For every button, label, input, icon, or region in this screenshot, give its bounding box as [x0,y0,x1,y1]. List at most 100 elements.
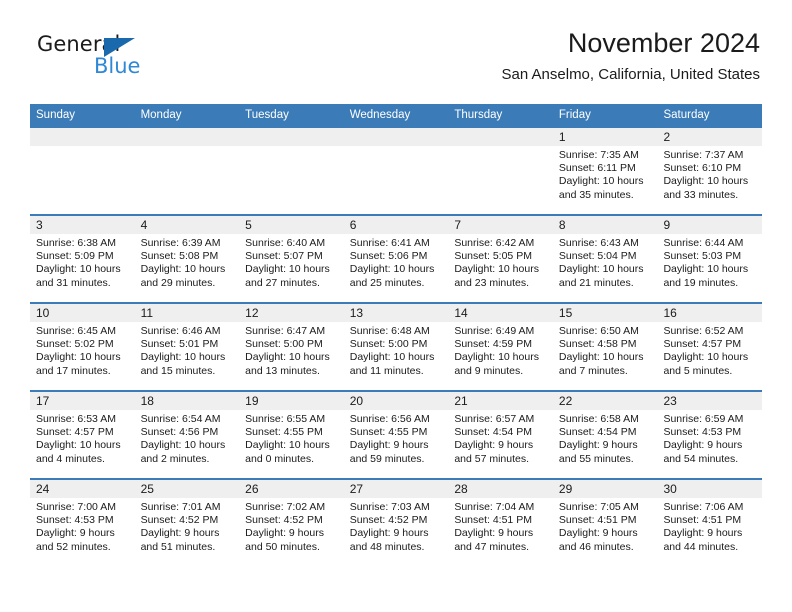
day-number: 8 [552,216,658,234]
daylight-text-line1: Daylight: 10 hours [454,263,539,276]
day-number: 4 [134,216,240,234]
day-number: 30 [657,480,763,498]
daylight-text-line2: and 31 minutes. [36,276,111,289]
day-cell[interactable]: 2 Sunrise: 7:37 AM Sunset: 6:10 PM Daylight… [657,128,763,214]
daylight-text-line1: Daylight: 10 hours [36,439,121,452]
day-details: Sunrise: 6:48 AM Sunset: 5:00 PM Daylight:… [344,322,449,378]
day-cell[interactable] [239,128,344,214]
daylight-text-line2: and 52 minutes. [36,540,111,553]
sunset-text: Sunset: 4:52 PM [245,514,323,527]
day-cell[interactable]: 6 Sunrise: 6:41 AM Sunset: 5:06 PM Daylight… [343,216,449,302]
calendar-page: General Blue November 2024 San Anselmo, … [0,0,792,612]
day-cell[interactable]: 20 Sunrise: 6:56 AM Sunset: 4:55 PM Dayligh… [343,392,449,478]
sunrise-text: Sunrise: 6:46 AM [140,325,221,337]
day-cell[interactable]: 14 Sunrise: 6:49 AM Sunset: 4:59 PM Dayligh… [448,304,553,390]
sunrise-text: Sunrise: 7:03 AM [349,501,430,513]
weekday-header-monday: Monday [140,109,182,121]
day-cell[interactable]: 8 Sunrise: 6:43 AM Sunset: 5:04 PM Daylight… [552,216,658,302]
sunrise-text: Sunrise: 6:43 AM [558,237,639,249]
day-cell[interactable]: 5 Sunrise: 6:40 AM Sunset: 5:07 PM Daylight… [239,216,344,302]
daylight-text-line2: and 23 minutes. [454,276,530,289]
sunrise-text: Sunrise: 6:54 AM [140,413,221,425]
day-cell[interactable]: 29 Sunrise: 7:05 AM Sunset: 4:51 PM Dayligh… [552,480,658,566]
sunrise-text: Sunrise: 6:49 AM [454,325,535,337]
sunrise-text: Sunrise: 6:39 AM [140,237,221,249]
day-details: Sunrise: 6:55 AM Sunset: 4:55 PM Daylight:… [239,410,344,466]
day-cell[interactable]: 7 Sunrise: 6:42 AM Sunset: 5:05 PM Daylight… [448,216,553,302]
sunset-text: Sunset: 5:08 PM [140,250,219,263]
day-cell[interactable]: 23 Sunrise: 6:59 AM Sunset: 4:53 PM Dayligh… [657,392,763,478]
day-cell[interactable]: 12 Sunrise: 6:47 AM Sunset: 5:00 PM Dayligh… [239,304,344,390]
week-row: 1 Sunrise: 7:35 AM Sunset: 6:11 PM Daylight… [30,126,763,214]
day-number: 19 [239,392,344,410]
day-cell[interactable]: 17 Sunrise: 6:53 AM Sunset: 4:57 PM Dayligh… [30,392,135,478]
daylight-text-line1: Daylight: 10 hours [558,175,644,188]
day-number: 23 [657,392,763,410]
day-cell[interactable] [134,128,240,214]
day-details: Sunrise: 7:01 AM Sunset: 4:52 PM Daylight:… [135,498,240,554]
sunrise-text: Sunrise: 6:50 AM [558,325,639,337]
day-details: Sunrise: 6:49 AM Sunset: 4:59 PM Daylight:… [448,322,553,378]
day-cell[interactable]: 4 Sunrise: 6:39 AM Sunset: 5:08 PM Daylight… [134,216,240,302]
daylight-text-line2: and 13 minutes. [245,364,320,377]
daylight-text-line2: and 25 minutes. [349,276,425,289]
sunrise-text: Sunrise: 6:44 AM [663,237,744,249]
day-cell[interactable]: 9 Sunrise: 6:44 AM Sunset: 5:03 PM Daylight… [657,216,763,302]
weekday-header-row: Sunday Monday Tuesday Wednesday Thursday… [30,104,762,126]
sunrise-text: Sunrise: 6:58 AM [558,413,639,425]
day-cell[interactable]: 18 Sunrise: 6:54 AM Sunset: 4:56 PM Dayligh… [134,392,240,478]
day-details: Sunrise: 6:44 AM Sunset: 5:03 PM Daylight:… [657,234,762,290]
day-cell[interactable]: 1 Sunrise: 7:35 AM Sunset: 6:11 PM Daylight… [552,128,658,214]
day-cell[interactable]: 26 Sunrise: 7:02 AM Sunset: 4:52 PM Dayligh… [239,480,344,566]
daylight-text-line1: Daylight: 9 hours [454,439,534,452]
daylight-text-line1: Daylight: 9 hours [349,439,429,452]
day-cell[interactable]: 10 Sunrise: 6:45 AM Sunset: 5:02 PM Dayligh… [30,304,135,390]
day-cell[interactable]: 21 Sunrise: 6:57 AM Sunset: 4:54 PM Dayligh… [448,392,553,478]
daylight-text-line1: Daylight: 9 hours [558,527,638,540]
day-cell[interactable] [30,128,135,214]
sunset-text: Sunset: 5:00 PM [245,338,323,351]
daylight-text-line1: Daylight: 9 hours [454,527,534,540]
day-details: Sunrise: 7:05 AM Sunset: 4:51 PM Daylight:… [553,498,658,554]
general-blue-logo[interactable]: General Blue [37,34,207,90]
day-cell[interactable]: 24 Sunrise: 7:00 AM Sunset: 4:53 PM Dayligh… [30,480,135,566]
day-details: Sunrise: 7:02 AM Sunset: 4:52 PM Daylight:… [239,498,344,554]
day-cell[interactable]: 16 Sunrise: 6:52 AM Sunset: 4:57 PM Dayligh… [657,304,763,390]
day-number: 24 [30,480,135,498]
day-cell[interactable]: 22 Sunrise: 6:58 AM Sunset: 4:54 PM Dayligh… [552,392,658,478]
sunset-text: Sunset: 5:01 PM [140,338,219,351]
sunset-text: Sunset: 5:07 PM [245,250,323,263]
day-details: Sunrise: 6:57 AM Sunset: 4:54 PM Daylight:… [448,410,553,466]
day-cell[interactable]: 28 Sunrise: 7:04 AM Sunset: 4:51 PM Dayligh… [448,480,553,566]
day-details: Sunrise: 6:38 AM Sunset: 5:09 PM Daylight:… [30,234,135,290]
daylight-text-line2: and 29 minutes. [140,276,216,289]
day-cell[interactable]: 27 Sunrise: 7:03 AM Sunset: 4:52 PM Dayligh… [343,480,449,566]
sunrise-text: Sunrise: 6:59 AM [663,413,744,425]
day-cell[interactable]: 11 Sunrise: 6:46 AM Sunset: 5:01 PM Dayligh… [134,304,240,390]
day-cell[interactable]: 13 Sunrise: 6:48 AM Sunset: 5:00 PM Dayligh… [343,304,449,390]
day-cell[interactable]: 30 Sunrise: 7:06 AM Sunset: 4:51 PM Dayligh… [657,480,763,566]
day-details: Sunrise: 6:46 AM Sunset: 5:01 PM Daylight:… [135,322,240,378]
day-cell[interactable]: 25 Sunrise: 7:01 AM Sunset: 4:52 PM Dayligh… [134,480,240,566]
page-title: November 2024 [567,28,760,58]
sunset-text: Sunset: 5:04 PM [558,250,637,263]
day-details [344,146,449,149]
day-number: 25 [134,480,240,498]
day-number [30,128,135,146]
daylight-text-line2: and 9 minutes. [454,364,524,377]
daylight-text-line2: and 50 minutes. [245,540,320,553]
week-row: 17 Sunrise: 6:53 AM Sunset: 4:57 PM Dayligh… [30,390,763,478]
day-cell[interactable] [343,128,449,214]
day-cell[interactable]: 15 Sunrise: 6:50 AM Sunset: 4:58 PM Dayligh… [552,304,658,390]
day-details: Sunrise: 6:40 AM Sunset: 5:07 PM Daylight:… [239,234,344,290]
sunset-text: Sunset: 4:56 PM [140,426,219,439]
day-cell[interactable]: 3 Sunrise: 6:38 AM Sunset: 5:09 PM Daylight… [30,216,135,302]
daylight-text-line2: and 19 minutes. [663,276,739,289]
day-number: 20 [343,392,449,410]
day-cell[interactable]: 19 Sunrise: 6:55 AM Sunset: 4:55 PM Dayligh… [239,392,344,478]
day-cell[interactable] [448,128,553,214]
sunrise-text: Sunrise: 7:00 AM [36,501,116,513]
weekday-header-sunday: Sunday [36,109,76,121]
sunset-text: Sunset: 4:51 PM [454,514,532,527]
daylight-text-line1: Daylight: 10 hours [454,351,539,364]
